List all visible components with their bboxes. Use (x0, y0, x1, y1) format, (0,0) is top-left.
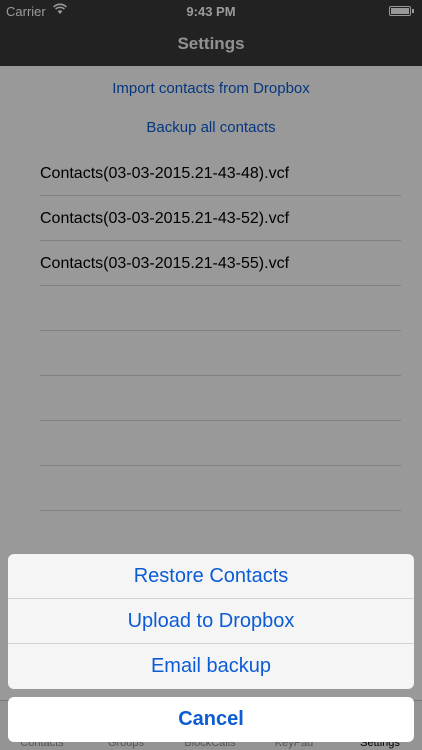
email-backup-button[interactable]: Email backup (8, 644, 414, 689)
upload-to-dropbox-button[interactable]: Upload to Dropbox (8, 599, 414, 644)
cancel-button[interactable]: Cancel (8, 697, 414, 742)
restore-contacts-button[interactable]: Restore Contacts (8, 554, 414, 599)
action-sheet: Restore Contacts Upload to Dropbox Email… (8, 554, 414, 689)
